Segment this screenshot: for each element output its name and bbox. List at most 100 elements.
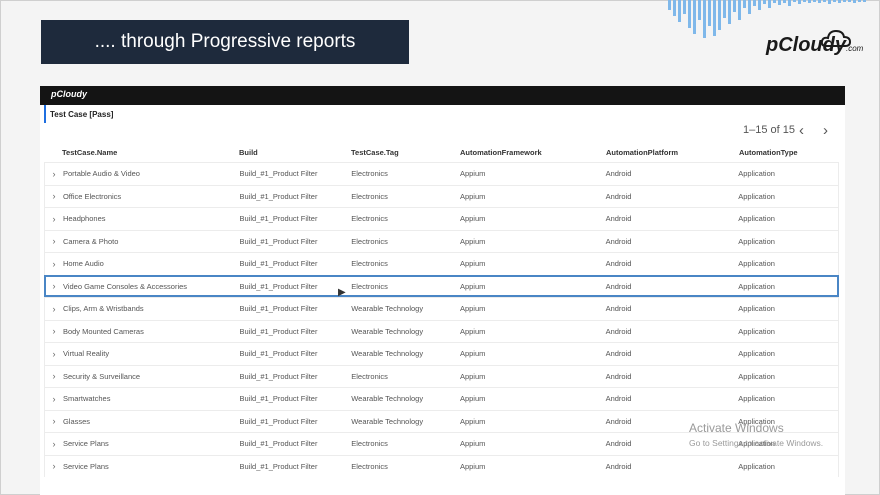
cloud-icon [820, 29, 852, 47]
table-cell: Electronics [351, 169, 388, 179]
table-row[interactable]: › Virtual Reality Build_#1_Product Filter W… [44, 342, 839, 365]
table-cell: Electronics [351, 214, 388, 224]
expand-chevron-icon[interactable]: › [45, 371, 63, 381]
table-cell: Home Audio [62, 259, 104, 269]
table-cell: Android [605, 371, 632, 381]
table-cell: Android [605, 304, 632, 314]
expand-chevron-icon[interactable]: › [45, 281, 63, 291]
expand-chevron-icon[interactable]: › [45, 259, 63, 269]
table-cell: Application [738, 259, 775, 269]
table-cell: Service Plans [62, 461, 109, 471]
table-cell: Application [738, 371, 775, 381]
table-cell: Application [738, 169, 775, 179]
table-cell: Wearable Technology [351, 416, 424, 426]
table-cell: Appium [459, 169, 486, 179]
table-cell: Electronics [351, 236, 388, 246]
table-cell: Build_#1_Product Filter [239, 371, 318, 381]
table-row[interactable]: › Clips, Arm & Wristbands Build_#1_Product… [44, 297, 839, 320]
report-logo: pCloudy [51, 89, 87, 99]
table-cell: Smartwatches [62, 394, 111, 404]
table-cell: Application [738, 236, 775, 246]
table-cell: Glasses [62, 416, 91, 426]
table-cell: Electronics [351, 461, 388, 471]
column-header[interactable]: TestCase.Name [62, 148, 239, 157]
table-cell: Application [738, 461, 775, 471]
table-cell: Android [605, 214, 632, 224]
table-cell: Android [605, 236, 632, 246]
table-cell: Appium [459, 191, 486, 201]
table-cell: Build_#1_Product Filter [239, 169, 318, 179]
table-row[interactable]: › Service Plans Build_#1_Product Filter Ele… [44, 454, 839, 477]
table-cell: Virtual Reality [62, 349, 110, 359]
table-cell: Android [605, 326, 632, 336]
table-cell: Appium [459, 259, 486, 269]
table-row[interactable]: › Portable Audio & Video Build_#1_Product … [44, 162, 839, 185]
table-row[interactable]: › Smartwatches Build_#1_Product Filter Wear… [44, 387, 839, 410]
table-cell: Video Game Consoles & Accessories [62, 281, 188, 291]
expand-chevron-icon[interactable]: › [45, 349, 63, 359]
table-cell: Android [605, 281, 632, 291]
table-cell: Headphones [62, 214, 106, 224]
table-cell: Application [738, 304, 775, 314]
table-header: TestCase.Name Build TestCase.Tag Automat… [44, 142, 839, 162]
expand-chevron-icon[interactable]: › [45, 394, 63, 404]
expand-chevron-icon[interactable]: › [45, 214, 63, 224]
table-cell: Electronics [351, 191, 388, 201]
column-header[interactable]: AutomationPlatform [606, 148, 739, 157]
table-row[interactable]: › Home Audio Build_#1_Product Filter Electr… [44, 252, 839, 275]
slide-title-text: .... through Progressive reports [94, 31, 356, 52]
table-cell: Service Plans [62, 439, 109, 449]
expand-chevron-icon[interactable]: › [45, 304, 63, 314]
table-cell: Android [605, 169, 632, 179]
table-cell: Clips, Arm & Wristbands [62, 304, 144, 314]
table-row[interactable]: › Body Mounted Cameras Build_#1_Product Fi… [44, 319, 839, 342]
table-cell: Build_#1_Product Filter [239, 416, 318, 426]
table-row[interactable]: › Headphones Build_#1_Product Filter Electr… [44, 207, 839, 230]
table-row[interactable]: › Video Game Consoles & Accessories Build_… [44, 274, 839, 297]
pagination-label: 1–15 of 15 [743, 124, 795, 136]
table-cell: Build_#1_Product Filter [239, 326, 318, 336]
expand-chevron-icon[interactable]: › [45, 439, 63, 449]
table-cell: Build_#1_Product Filter [239, 304, 318, 314]
next-page-button[interactable]: › [823, 122, 828, 139]
windows-activation-watermark: Activate Windows Go to Settings to activ… [689, 421, 823, 451]
table-row[interactable]: › Camera & Photo Build_#1_Product Filter El… [44, 229, 839, 252]
table-cell: Build_#1_Product Filter [239, 461, 318, 471]
table-cell: Electronics [351, 439, 388, 449]
table-cell: Appium [459, 439, 486, 449]
mouse-cursor-icon: ▶ [338, 287, 346, 298]
table-cell: Build_#1_Product Filter [239, 191, 318, 201]
table-cell: Appium [459, 394, 486, 404]
watermark-title: Activate Windows [689, 421, 784, 435]
table-cell: Build_#1_Product Filter [239, 214, 318, 224]
watermark-subtitle: Go to Settings to activate Windows. [689, 438, 824, 448]
table-cell: Electronics [351, 281, 388, 291]
table-cell: Appium [459, 461, 486, 471]
table-cell: Office Electronics [62, 191, 122, 201]
prev-page-button[interactable]: ‹ [799, 122, 804, 139]
expand-chevron-icon[interactable]: › [45, 461, 63, 471]
expand-chevron-icon[interactable]: › [45, 191, 63, 201]
table-cell: Body Mounted Cameras [62, 326, 144, 336]
table-cell: Android [605, 461, 632, 471]
table-cell: Android [605, 191, 632, 201]
table-cell: Application [738, 394, 775, 404]
column-header[interactable]: AutomationFramework [460, 148, 606, 157]
table-row[interactable]: › Office Electronics Build_#1_Product Filt… [44, 184, 839, 207]
column-header[interactable]: Build [239, 148, 351, 157]
expand-chevron-icon[interactable]: › [45, 169, 63, 179]
table-cell: Android [605, 394, 632, 404]
expand-chevron-icon[interactable]: › [45, 326, 63, 336]
table-cell: Appium [459, 281, 486, 291]
column-header[interactable]: TestCase.Tag [351, 148, 460, 157]
table-cell: Appium [459, 371, 486, 381]
column-header[interactable]: AutomationType [739, 148, 839, 157]
table-cell: Electronics [351, 371, 388, 381]
table-row[interactable]: › Security & Surveillance Build_#1_Product… [44, 364, 839, 387]
expand-chevron-icon[interactable]: › [45, 416, 63, 426]
table-cell: Appium [459, 349, 486, 359]
table-cell: Build_#1_Product Filter [239, 349, 318, 359]
expand-chevron-icon[interactable]: › [45, 236, 63, 246]
table-cell: Wearable Technology [351, 304, 424, 314]
table-cell: Portable Audio & Video [62, 169, 140, 179]
